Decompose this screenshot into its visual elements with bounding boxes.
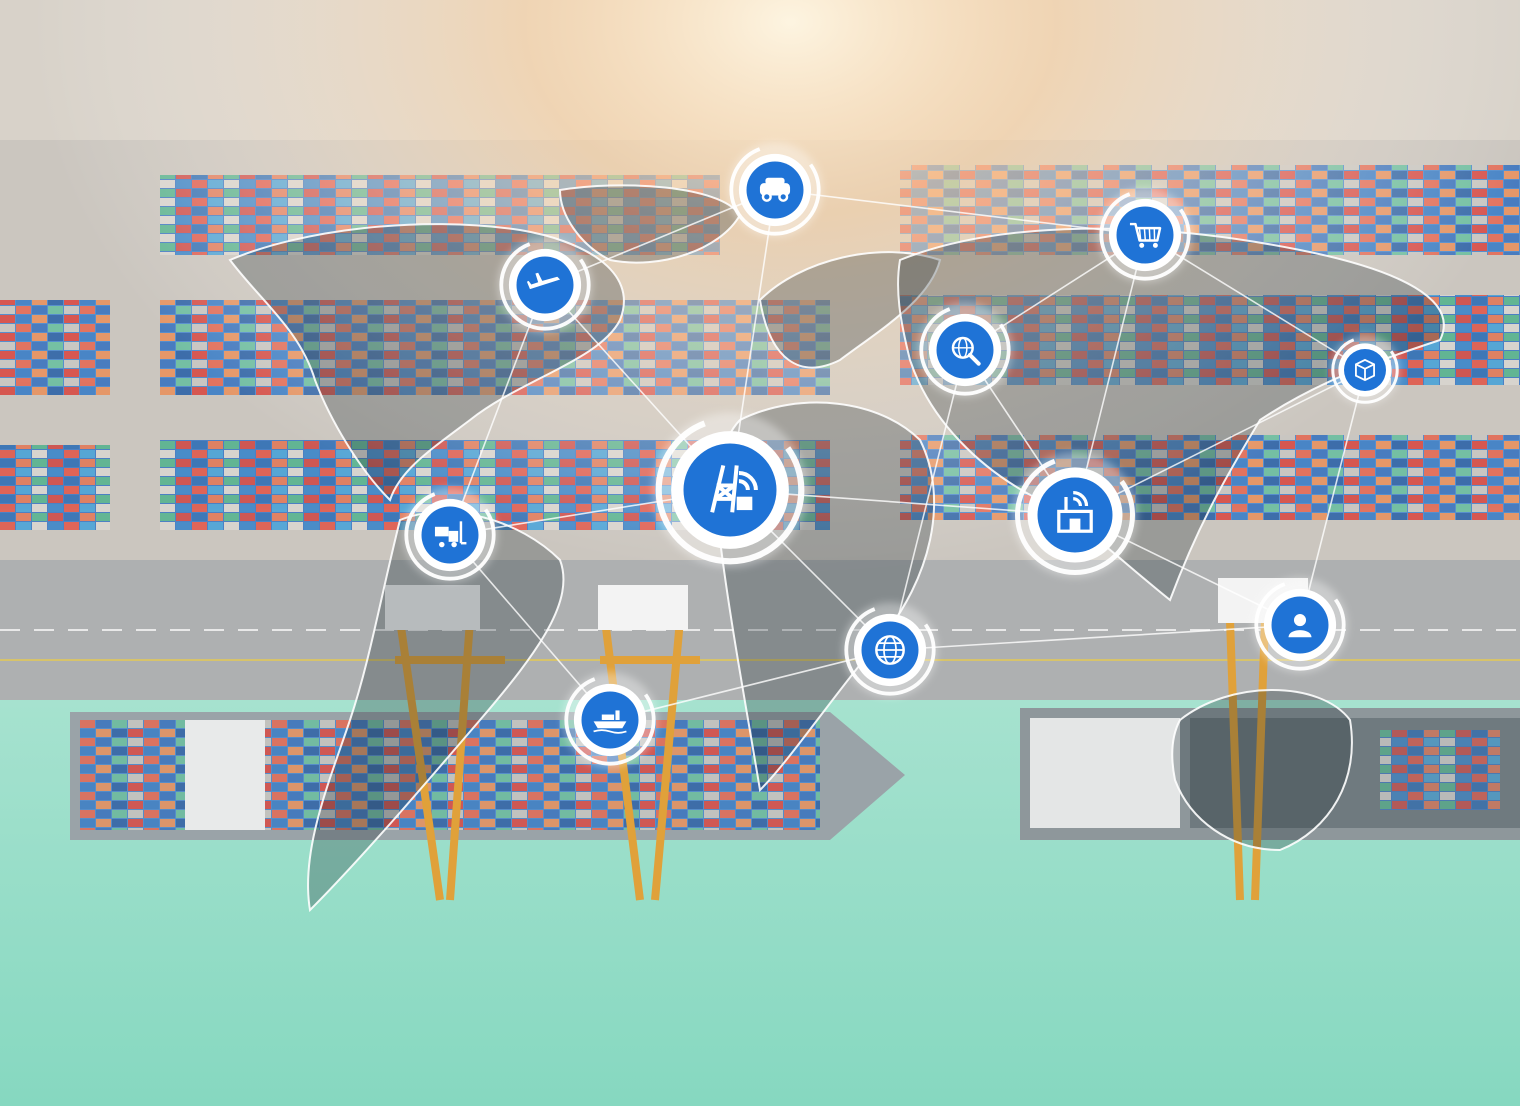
node-radio-tower bbox=[652, 412, 808, 568]
node-user bbox=[1252, 577, 1348, 673]
node-globe bbox=[842, 602, 938, 698]
node-cargo-ship bbox=[562, 672, 658, 768]
node-forklift bbox=[402, 487, 498, 583]
node-warehouse-wireless bbox=[1012, 452, 1138, 578]
node-truck bbox=[727, 142, 823, 238]
logistics-scene bbox=[0, 0, 1520, 1106]
scene-svg bbox=[0, 0, 1520, 1106]
node-package bbox=[1330, 335, 1400, 405]
node-airplane bbox=[497, 237, 593, 333]
node-shopping-cart bbox=[1097, 187, 1193, 283]
node-global-search bbox=[917, 302, 1013, 398]
